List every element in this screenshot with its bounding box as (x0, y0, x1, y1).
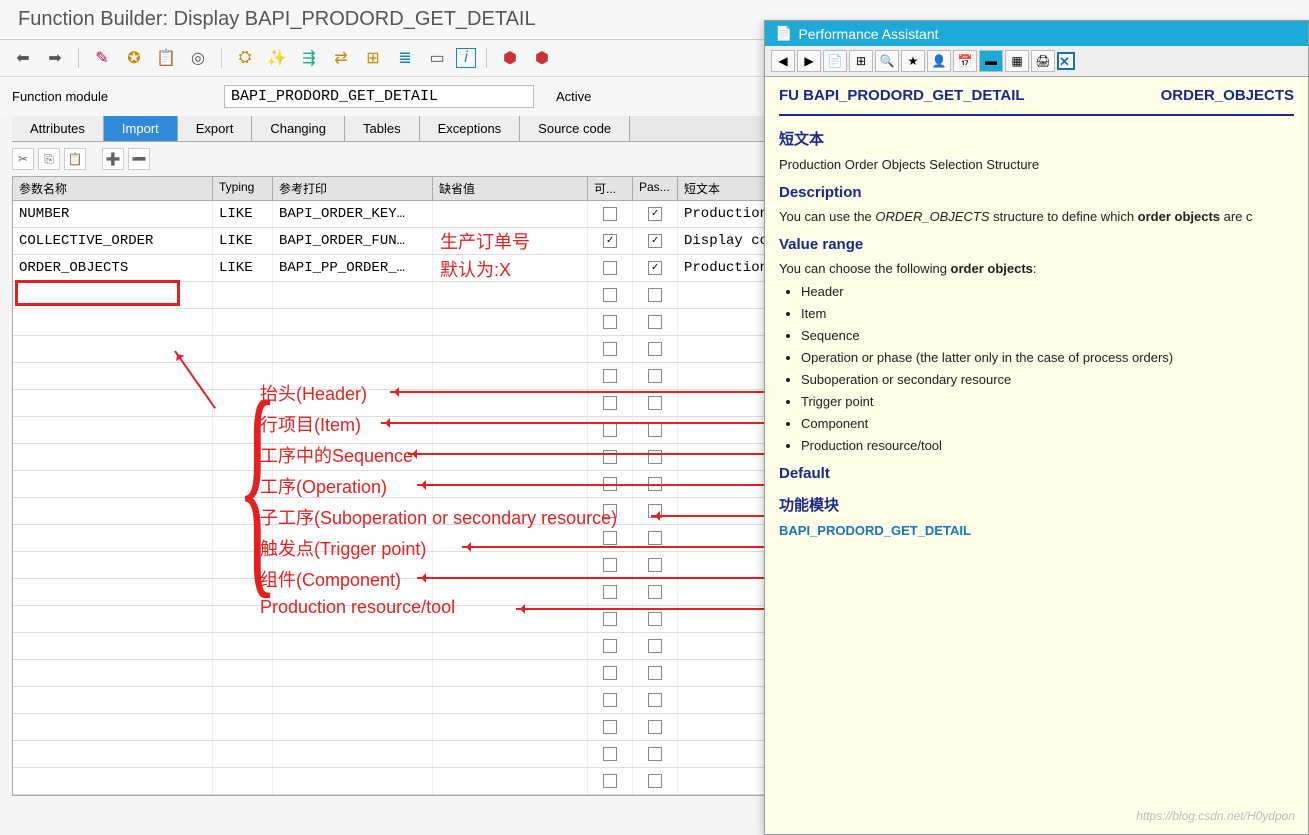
perf-split-icon[interactable]: ▬ (979, 50, 1003, 72)
tab-exceptions[interactable]: Exceptions (420, 116, 521, 141)
perf-heading: FU BAPI_PRODORD_GET_DETAIL ORDER_OBJECTS (779, 87, 1294, 116)
perf-list-item: Header (801, 284, 1294, 299)
paste-icon[interactable]: 📋 (64, 148, 86, 170)
perf-short-text: Production Order Objects Selection Struc… (779, 157, 1294, 172)
tab-attributes[interactable]: Attributes (12, 116, 104, 141)
fm-input[interactable] (224, 85, 534, 108)
display-icon[interactable]: ✎ (89, 46, 115, 70)
perf-h-default: Default (779, 465, 1294, 482)
col-header-optional[interactable]: 可... (588, 177, 633, 200)
copy-icon[interactable]: ⎘ (38, 148, 60, 170)
perf-cal-icon[interactable]: 📅 (953, 50, 977, 72)
perf-find-icon[interactable]: 🔍 (875, 50, 899, 72)
perf-print-icon[interactable]: 🖨 (1031, 50, 1055, 72)
perf-heading-right: ORDER_OBJECTS (1161, 87, 1294, 104)
where-used-icon[interactable]: ⇶ (296, 46, 322, 70)
performance-assistant-panel: 📄 Performance Assistant ◀ ▶ 📄 ⊞ 🔍 ★ 👤 📅 … (764, 20, 1309, 835)
perf-list-item: Component (801, 416, 1294, 431)
perf-user-icon[interactable]: 👤 (927, 50, 951, 72)
col-header-pass[interactable]: Pas... (633, 177, 678, 200)
cut-icon[interactable]: ✂ (12, 148, 34, 170)
tab-tables[interactable]: Tables (345, 116, 420, 141)
perf-value-list: Header Item Sequence Operation or phase (th… (801, 284, 1294, 453)
test-icon[interactable]: ⇄ (328, 46, 354, 70)
perf-list-item: Production resource/tool (801, 438, 1294, 453)
wand-icon[interactable]: ✨ (264, 46, 290, 70)
perf-content: FU BAPI_PRODORD_GET_DETAIL ORDER_OBJECTS… (765, 77, 1308, 556)
perf-list-item: Sequence (801, 328, 1294, 343)
activate-icon[interactable]: ◎ (185, 46, 211, 70)
forward-icon[interactable]: ➡ (42, 46, 68, 70)
stop2-icon[interactable]: ⬢ (529, 46, 555, 70)
perf-back-icon[interactable]: ◀ (771, 50, 795, 72)
doc-icon[interactable]: ▭ (424, 46, 450, 70)
delete-row-icon[interactable]: ➖ (128, 148, 150, 170)
tab-import[interactable]: Import (104, 116, 178, 141)
check-icon[interactable]: 📋 (153, 46, 179, 70)
perf-fm-link[interactable]: BAPI_PRODORD_GET_DETAIL (779, 523, 971, 538)
col-header-name[interactable]: 参数名称 (13, 177, 213, 200)
perf-list-item: Trigger point (801, 394, 1294, 409)
col-header-ref[interactable]: 参考打印 (273, 177, 433, 200)
perf-title-icon: 📄 (775, 25, 792, 42)
perf-list-item: Item (801, 306, 1294, 321)
perf-title-bar: 📄 Performance Assistant (765, 21, 1308, 46)
perf-list-item: Suboperation or secondary resource (801, 372, 1294, 387)
perf-toolbar: ◀ ▶ 📄 ⊞ 🔍 ★ 👤 📅 ▬ ▦ 🖨 ✕ (765, 46, 1308, 77)
hierarchy-icon[interactable]: ⊞ (360, 46, 386, 70)
perf-doc-icon[interactable]: 📄 (823, 50, 847, 72)
perf-desc: You can use the ORDER_OBJECTS structure … (779, 209, 1294, 224)
stop-icon[interactable]: ⬢ (497, 46, 523, 70)
perf-fwd-icon[interactable]: ▶ (797, 50, 821, 72)
tab-export[interactable]: Export (178, 116, 253, 141)
perf-h-short: 短文本 (779, 128, 1294, 149)
info-icon[interactable]: i (456, 48, 476, 68)
watermark: https://blog.csdn.net/H0ydpon (1136, 809, 1295, 823)
perf-h-range: Value range (779, 236, 1294, 253)
perf-range-intro: You can choose the following order objec… (779, 261, 1294, 276)
perf-fav-icon[interactable]: ★ (901, 50, 925, 72)
insert-row-icon[interactable]: ➕ (102, 148, 124, 170)
perf-close-icon[interactable]: ✕ (1057, 52, 1075, 70)
col-header-def[interactable]: 缺省值 (433, 177, 588, 200)
perf-h-desc: Description (779, 184, 1294, 201)
perf-tree-icon[interactable]: ⊞ (849, 50, 873, 72)
fm-status: Active (546, 89, 591, 104)
perf-title-text: Performance Assistant (798, 26, 938, 42)
other-object-icon[interactable]: ✪ (121, 46, 147, 70)
tab-sourcecode[interactable]: Source code (520, 116, 630, 141)
tree-icon[interactable]: ≣ (392, 46, 418, 70)
tab-changing[interactable]: Changing (252, 116, 345, 141)
col-header-type[interactable]: Typing (213, 177, 273, 200)
perf-h-fm: 功能模块 (779, 494, 1294, 515)
execute-icon[interactable]: ⛭ (232, 46, 258, 70)
back-icon[interactable]: ⬅ (10, 46, 36, 70)
fm-label: Function module (12, 89, 212, 104)
perf-list-item: Operation or phase (the latter only in t… (801, 350, 1294, 365)
perf-heading-left: FU BAPI_PRODORD_GET_DETAIL (779, 87, 1025, 104)
perf-win-icon[interactable]: ▦ (1005, 50, 1029, 72)
